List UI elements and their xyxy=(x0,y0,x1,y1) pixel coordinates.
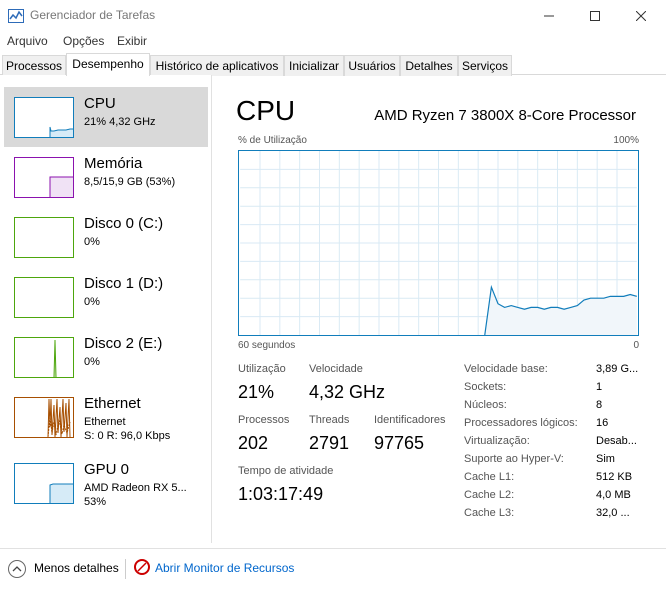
detail-label: Sockets: xyxy=(464,381,507,393)
sidebar-item-gpu[interactable]: GPU 0 AMD Radeon RX 5... 53% xyxy=(4,453,208,513)
memory-thumbnail xyxy=(14,157,74,198)
tab-strip: Processos Desempenho Histórico de aplica… xyxy=(0,53,666,76)
detail-label: Processadores lógicos: xyxy=(464,417,578,429)
menu-arquivo[interactable]: Arquivo xyxy=(7,34,48,48)
tab-detalhes[interactable]: Detalhes xyxy=(400,55,458,76)
tab-desempenho[interactable]: Desempenho xyxy=(66,53,150,76)
collapse-details-button[interactable] xyxy=(8,560,26,578)
detail-value: Sim xyxy=(596,453,615,465)
threads-value: 2791 xyxy=(309,433,350,453)
disk-2-thumbnail xyxy=(14,337,74,378)
title-bar: Gerenciador de Tarefas xyxy=(0,0,666,31)
footer-bar: Menos detalhes Abrir Monitor de Recursos xyxy=(0,548,666,591)
ethernet-thumbnail xyxy=(14,397,74,438)
detail-value: 8 xyxy=(596,399,603,411)
sidebar-item-title: Disco 2 (E:) xyxy=(84,335,163,352)
tab-processos[interactable]: Processos xyxy=(2,55,66,76)
sidebar-item-title: CPU xyxy=(84,95,116,112)
detail-value: 16 xyxy=(596,417,609,429)
processor-name: AMD Ryzen 7 3800X 8-Core Processor xyxy=(374,107,636,124)
disk-1-thumbnail xyxy=(14,277,74,318)
processes-label: Processos xyxy=(238,414,290,426)
detail-label: Suporte ao Hyper-V: xyxy=(464,453,564,465)
utilization-value: 21% xyxy=(238,382,275,402)
less-details-link[interactable]: Menos detalhes xyxy=(34,561,119,575)
resource-sidebar: CPU 21% 4,32 GHz Memória 8,5/15,9 GB (53… xyxy=(0,75,212,543)
graph-x-label: 60 segundos xyxy=(238,340,296,351)
sidebar-item-title: Memória xyxy=(84,155,143,172)
menu-opcoes[interactable]: Opções xyxy=(63,34,104,48)
cpu-thumbnail xyxy=(14,97,74,138)
open-resource-monitor-link[interactable]: Abrir Monitor de Recursos xyxy=(155,561,294,575)
uptime-value: 1:03:17:49 xyxy=(238,484,324,504)
sidebar-item-detail: 8,5/15,9 GB (53%) xyxy=(84,176,176,188)
sidebar-item-ethernet[interactable]: Ethernet Ethernet S: 0 R: 96,0 Kbps xyxy=(4,387,208,447)
detail-label: Velocidade base: xyxy=(464,363,548,375)
sidebar-item-detail: AMD Radeon RX 5... xyxy=(84,482,187,494)
detail-label: Cache L2: xyxy=(464,489,515,501)
maximize-button[interactable] xyxy=(572,0,618,31)
menu-exibir[interactable]: Exibir xyxy=(117,34,147,48)
detail-value: 4,0 MB xyxy=(596,489,631,501)
threads-label: Threads xyxy=(309,414,350,426)
uptime-label: Tempo de atividade xyxy=(238,465,334,477)
handles-label: Identificadores xyxy=(374,414,446,426)
detail-value: 1 xyxy=(596,381,603,393)
sidebar-item-detail: 0% xyxy=(84,296,100,308)
detail-label: Núcleos: xyxy=(464,399,507,411)
menu-bar: Arquivo Opções Exibir xyxy=(0,31,666,51)
sidebar-item-disco-1[interactable]: Disco 1 (D:) 0% xyxy=(4,267,208,327)
sidebar-item-disco-2[interactable]: Disco 2 (E:) 0% xyxy=(4,327,208,387)
detail-value: 3,89 G... xyxy=(596,363,639,375)
utilization-label: Utilização xyxy=(238,363,286,375)
graph-y-max: 100% xyxy=(613,135,639,146)
sidebar-item-title: Disco 1 (D:) xyxy=(84,275,164,292)
cpu-utilization-graph xyxy=(238,150,639,336)
page-title: CPU xyxy=(236,95,296,126)
detail-label: Virtualização: xyxy=(464,435,530,447)
speed-value: 4,32 GHz xyxy=(309,382,386,402)
graph-y-label: % de Utilização xyxy=(238,135,307,146)
utilization-area xyxy=(484,287,637,335)
tab-inicializar[interactable]: Inicializar xyxy=(284,55,344,76)
sidebar-item-detail: 0% xyxy=(84,236,100,248)
disk-0-thumbnail xyxy=(14,217,74,258)
maximize-icon xyxy=(590,10,600,21)
footer-divider xyxy=(125,559,126,579)
minimize-button[interactable] xyxy=(526,0,572,31)
handles-value: 97765 xyxy=(374,433,425,453)
cpu-details-panel: CPU AMD Ryzen 7 3800X 8-Core Processor %… xyxy=(224,75,666,543)
chevron-up-icon xyxy=(12,566,22,572)
detail-value: 32,0 ... xyxy=(596,507,630,519)
detail-value: Desab... xyxy=(596,435,637,447)
tab-historico[interactable]: Histórico de aplicativos xyxy=(150,55,284,76)
sidebar-item-detail-2: 53% xyxy=(84,496,107,508)
detail-label: Cache L1: xyxy=(464,471,515,483)
tab-usuarios[interactable]: Usuários xyxy=(344,55,400,76)
detail-label: Cache L3: xyxy=(464,507,515,519)
sidebar-item-cpu[interactable]: CPU 21% 4,32 GHz xyxy=(4,87,208,147)
sidebar-item-detail: 21% 4,32 GHz xyxy=(84,116,156,128)
resource-monitor-icon xyxy=(134,559,150,575)
sidebar-item-title: GPU 0 xyxy=(84,461,130,478)
close-button[interactable] xyxy=(618,0,664,31)
sidebar-item-detail: Ethernet xyxy=(84,416,126,428)
sidebar-item-title: Disco 0 (C:) xyxy=(84,215,164,232)
gpu-thumbnail xyxy=(14,463,74,504)
speed-label: Velocidade xyxy=(309,363,363,375)
sidebar-item-detail-2: S: 0 R: 96,0 Kbps xyxy=(84,430,171,442)
processes-value: 202 xyxy=(238,433,269,453)
sidebar-item-detail: 0% xyxy=(84,356,100,368)
sidebar-item-disco-0[interactable]: Disco 0 (C:) 0% xyxy=(4,207,208,267)
tab-servicos[interactable]: Serviços xyxy=(458,55,512,76)
minimize-icon xyxy=(544,15,554,16)
close-icon xyxy=(636,10,646,21)
sidebar-item-memoria[interactable]: Memória 8,5/15,9 GB (53%) xyxy=(4,147,208,207)
graph-y-min: 0 xyxy=(633,340,639,351)
sidebar-item-title: Ethernet xyxy=(84,395,141,412)
task-manager-icon xyxy=(8,9,24,23)
window-title: Gerenciador de Tarefas xyxy=(30,8,156,22)
detail-value: 512 KB xyxy=(596,471,633,483)
